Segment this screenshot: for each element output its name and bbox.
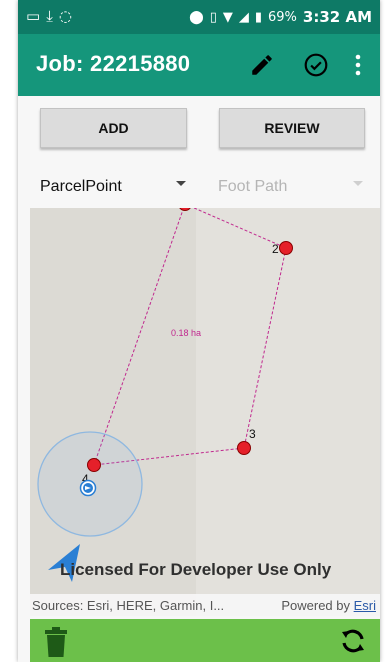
battery-percent: 69% xyxy=(268,9,297,25)
license-watermark: Licensed For Developer Use Only xyxy=(60,560,332,579)
notification-icons: ▭⤓◌ xyxy=(26,7,78,25)
add-button[interactable]: ADD xyxy=(40,108,187,148)
download-icon: ⤓ xyxy=(46,7,59,25)
layer-dropdown-value: ParcelPoint xyxy=(40,178,122,195)
parcel-point-4[interactable] xyxy=(87,458,101,472)
map-attribution: Sources: Esri, HERE, Garmin, I... Powere… xyxy=(30,594,380,616)
powered-by: Powered by Esri xyxy=(281,598,376,613)
system-status: ⬤ ▯ ▼ ◢ ▮ 69% 3:32 AM xyxy=(189,8,372,26)
clock: 3:32 AM xyxy=(302,8,372,26)
app-toolbar: Job: 22215880 xyxy=(18,34,380,96)
point-label-2: 2 xyxy=(272,242,279,256)
wifi-icon: ▼ xyxy=(222,9,233,25)
location-pin-icon: ⬤ xyxy=(189,9,204,25)
device-screen: ▭⤓◌ ⬤ ▯ ▼ ◢ ▮ 69% 3:32 AM Job: 22215880 … xyxy=(18,0,380,662)
parcel-point-1[interactable] xyxy=(179,208,192,211)
esri-link[interactable]: Esri xyxy=(354,598,376,613)
chevron-down-icon xyxy=(176,181,186,186)
parcel-overlay: 2 3 4 0.18 ha xyxy=(37,208,293,582)
sync-icon[interactable] xyxy=(338,626,368,661)
feature-dropdown[interactable]: Foot Path xyxy=(218,172,363,202)
battery-icon: ▮ xyxy=(254,9,263,25)
area-label: 0.18 ha xyxy=(171,328,201,338)
edit-pencil-icon[interactable] xyxy=(248,51,276,79)
feature-dropdown-value: Foot Path xyxy=(218,178,288,195)
more-vertical-icon[interactable] xyxy=(348,51,368,79)
powered-by-prefix: Powered by xyxy=(281,598,354,613)
signal-icon: ◢ xyxy=(238,9,249,25)
layer-dropdown[interactable]: ParcelPoint xyxy=(40,172,186,202)
status-bar: ▭⤓◌ ⬤ ▯ ▼ ◢ ▮ 69% 3:32 AM xyxy=(18,0,380,34)
vibrate-icon: ▯ xyxy=(209,9,217,25)
check-circle-icon[interactable] xyxy=(302,51,330,79)
bottom-action-bar xyxy=(30,619,380,662)
parcel-point-3[interactable] xyxy=(237,441,251,455)
current-location-icon xyxy=(79,479,97,497)
map-view[interactable]: 2 3 4 0.18 ha Licensed For Developer Use… xyxy=(30,208,380,616)
chevron-down-icon xyxy=(353,181,363,186)
review-button[interactable]: REVIEW xyxy=(219,108,365,148)
parcel-point-2[interactable] xyxy=(279,241,293,255)
sync-status-icon: ◌ xyxy=(58,7,78,25)
trash-icon[interactable] xyxy=(44,627,68,662)
attribution-sources: Sources: Esri, HERE, Garmin, I... xyxy=(32,598,225,613)
gallery-icon: ▭ xyxy=(26,7,47,25)
page-title: Job: 22215880 xyxy=(36,51,191,76)
point-label-3: 3 xyxy=(249,427,256,441)
